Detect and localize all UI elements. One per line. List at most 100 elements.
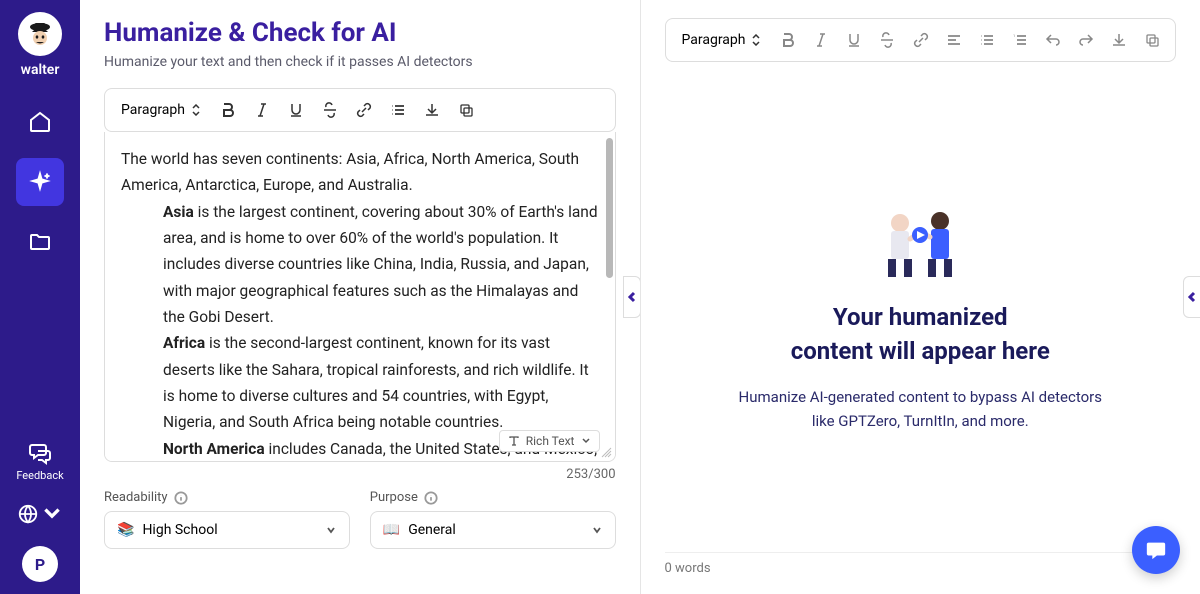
chevron-down-icon bbox=[581, 436, 591, 446]
numlist-button[interactable]: 1 bbox=[1005, 25, 1034, 55]
italic-button[interactable] bbox=[247, 95, 277, 125]
underline-button[interactable] bbox=[840, 25, 869, 55]
page-subtitle: Humanize your text and then check if it … bbox=[104, 54, 616, 70]
folder-icon bbox=[28, 230, 52, 254]
readability-select[interactable]: 📚 High School bbox=[104, 511, 350, 549]
output-subtitle: Humanize AI-generated content to bypass … bbox=[730, 385, 1110, 433]
editor-scrollbar[interactable] bbox=[606, 138, 613, 278]
strike-icon bbox=[322, 102, 338, 118]
input-editor[interactable]: The world has seven continents: Asia, Af… bbox=[104, 132, 616, 462]
chat-icon bbox=[1145, 539, 1167, 561]
bold-button[interactable] bbox=[213, 95, 243, 125]
readability-label: Readability bbox=[104, 490, 350, 505]
download-icon bbox=[1111, 32, 1127, 48]
italic-icon bbox=[813, 32, 829, 48]
nav-folder[interactable] bbox=[16, 218, 64, 266]
chat-fab[interactable] bbox=[1132, 526, 1180, 574]
nav-home[interactable] bbox=[16, 98, 64, 146]
collapse-right-handle[interactable] bbox=[1183, 276, 1200, 318]
link-button[interactable] bbox=[906, 25, 935, 55]
italic-button[interactable] bbox=[807, 25, 836, 55]
redo-icon bbox=[1078, 32, 1094, 48]
link-icon bbox=[356, 102, 372, 118]
chevron-down-icon bbox=[591, 524, 603, 536]
copy-button[interactable] bbox=[451, 95, 481, 125]
strike-button[interactable] bbox=[315, 95, 345, 125]
globe-icon bbox=[17, 503, 39, 525]
copy-icon bbox=[1144, 32, 1160, 48]
output-placeholder: Your humanized content will appear here … bbox=[665, 62, 1177, 552]
info-icon[interactable] bbox=[424, 491, 438, 505]
sidebar: walter Feedback P bbox=[0, 0, 80, 594]
nav-humanize[interactable] bbox=[16, 158, 64, 206]
richtext-toggle[interactable]: Rich Text bbox=[499, 430, 600, 452]
undo-button[interactable] bbox=[1038, 25, 1067, 55]
feedback-icon bbox=[28, 441, 52, 465]
bold-icon bbox=[220, 102, 236, 118]
brand-logo-wrap: walter bbox=[18, 12, 62, 78]
brand-logo[interactable] bbox=[18, 12, 62, 56]
collapse-left-handle[interactable] bbox=[623, 276, 641, 318]
editor-africa: Africa is the second-largest continent, … bbox=[163, 330, 599, 435]
underline-button[interactable] bbox=[281, 95, 311, 125]
user-avatar[interactable]: P bbox=[22, 546, 58, 582]
feedback-button[interactable]: Feedback bbox=[16, 441, 63, 482]
align-left-icon bbox=[946, 32, 962, 48]
strike-button[interactable] bbox=[873, 25, 902, 55]
text-icon bbox=[508, 435, 520, 447]
output-title: Your humanized content will appear here bbox=[791, 301, 1050, 368]
bold-button[interactable] bbox=[773, 25, 802, 55]
input-toolbar: Paragraph bbox=[104, 88, 616, 132]
page-title: Humanize & Check for AI bbox=[104, 18, 616, 48]
download-icon bbox=[424, 102, 440, 118]
book-icon: 📖 bbox=[383, 522, 400, 538]
numbered-list-icon: 1 bbox=[1012, 32, 1028, 48]
list-left-button[interactable] bbox=[939, 25, 968, 55]
editor-intro: The world has seven continents: Asia, Af… bbox=[121, 146, 599, 199]
download-button[interactable] bbox=[1105, 25, 1134, 55]
italic-icon bbox=[254, 102, 270, 118]
resize-handle-icon[interactable] bbox=[600, 446, 612, 458]
link-button[interactable] bbox=[349, 95, 379, 125]
home-icon bbox=[28, 110, 52, 134]
sparkle-icon bbox=[28, 170, 52, 194]
list-icon bbox=[979, 32, 995, 48]
paragraph-style-select-output[interactable]: Paragraph bbox=[674, 28, 770, 52]
sort-icon bbox=[191, 104, 201, 116]
copy-button[interactable] bbox=[1138, 25, 1167, 55]
undo-icon bbox=[1045, 32, 1061, 48]
output-toolbar: Paragraph 1 bbox=[665, 18, 1177, 62]
purpose-select[interactable]: 📖 General bbox=[370, 511, 616, 549]
editor-wrap: The world has seven continents: Asia, Af… bbox=[104, 132, 616, 462]
output-illustration bbox=[860, 181, 980, 281]
copy-icon bbox=[458, 102, 474, 118]
underline-icon bbox=[846, 32, 862, 48]
purpose-group: Purpose 📖 General bbox=[370, 490, 616, 549]
chevron-down-icon bbox=[325, 524, 337, 536]
purpose-label: Purpose bbox=[370, 490, 616, 505]
underline-icon bbox=[288, 102, 304, 118]
walter-logo-icon bbox=[24, 18, 56, 50]
options-row: Readability 📚 High School Purpose bbox=[104, 490, 616, 549]
info-icon[interactable] bbox=[174, 491, 188, 505]
main-area: Humanize & Check for AI Humanize your te… bbox=[80, 0, 1200, 594]
output-word-count: 0 words bbox=[665, 552, 1177, 584]
chevron-left-icon bbox=[1186, 291, 1198, 303]
paragraph-style-select[interactable]: Paragraph bbox=[113, 98, 209, 122]
sort-icon bbox=[751, 34, 761, 46]
download-button[interactable] bbox=[417, 95, 447, 125]
paragraph-label: Paragraph bbox=[121, 102, 185, 118]
list-button[interactable] bbox=[972, 25, 1001, 55]
editor-asia: Asia is the largest continent, covering … bbox=[163, 199, 599, 331]
redo-button[interactable] bbox=[1072, 25, 1101, 55]
svg-text:1: 1 bbox=[1013, 33, 1015, 38]
bold-icon bbox=[780, 32, 796, 48]
language-button[interactable] bbox=[16, 494, 64, 534]
strike-icon bbox=[879, 32, 895, 48]
word-counter: 253/300 bbox=[104, 467, 616, 482]
brand-name: walter bbox=[21, 62, 60, 78]
readability-group: Readability 📚 High School bbox=[104, 490, 350, 549]
chevron-left-icon bbox=[626, 291, 638, 303]
list-button[interactable] bbox=[383, 95, 413, 125]
input-pane: Humanize & Check for AI Humanize your te… bbox=[80, 0, 641, 594]
